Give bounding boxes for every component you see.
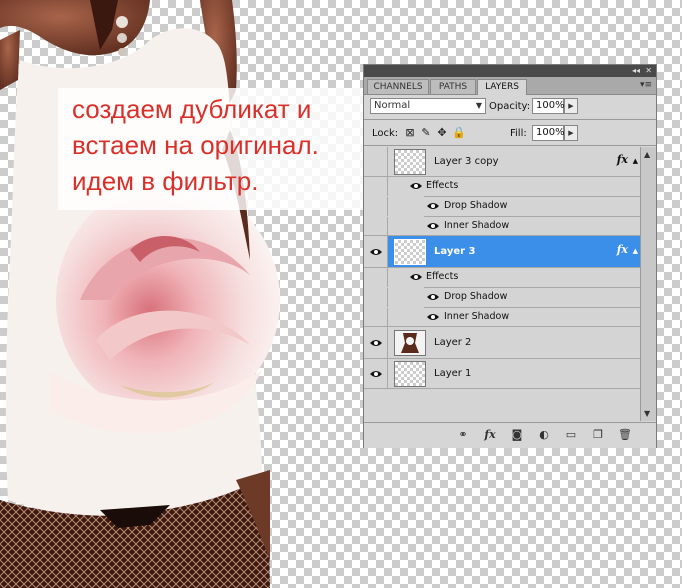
effect-name: Drop Shadow <box>444 200 508 211</box>
expand-effects-icon[interactable]: ▲ <box>633 157 638 165</box>
effect-name: Inner Shadow <box>444 311 510 322</box>
new-layer-icon[interactable]: ❐ <box>591 428 605 442</box>
fill-label: Fill: <box>510 128 527 139</box>
panel-menu-icon[interactable]: ▾≡ <box>640 80 652 90</box>
effects-row[interactable]: Effects <box>364 268 640 287</box>
instruction-line-2: встаем на оригинал. <box>72 130 319 160</box>
new-group-icon[interactable]: ▭ <box>564 428 578 442</box>
expand-effects-icon[interactable]: ▲ <box>633 247 638 255</box>
lock-position-icon[interactable]: ✥ <box>436 127 448 139</box>
layer-thumbnail <box>394 361 426 387</box>
fx-icon[interactable]: fx <box>617 243 628 256</box>
effect-name: Drop Shadow <box>444 291 508 302</box>
effect-inner-shadow-row[interactable]: Inner Shadow <box>364 308 640 327</box>
visibility-toggle[interactable] <box>364 197 388 216</box>
opacity-field[interactable]: 100% <box>532 98 565 114</box>
effects-label: Effects <box>426 271 459 282</box>
effects-label: Effects <box>426 180 459 191</box>
panel-tabs: CHANNELS PATHS LAYERS ▾≡ <box>364 77 656 95</box>
eye-icon[interactable] <box>427 222 439 230</box>
visibility-toggle[interactable] <box>364 359 388 388</box>
chevron-down-icon: ▼ <box>475 101 482 110</box>
layer-thumbnail <box>394 149 426 175</box>
layer-row-layer-3[interactable]: Layer 3 fx ▲ <box>364 236 640 268</box>
opacity-slider-button[interactable]: ▶ <box>564 98 578 114</box>
layers-bottom-toolbar: ⚭ fx ◙ ◐ ▭ ❐ 🗑 <box>364 422 656 448</box>
lock-label: Lock: <box>372 128 399 139</box>
layer-thumbnail <box>394 239 426 265</box>
visibility-toggle[interactable] <box>364 308 388 326</box>
fill-field[interactable]: 100% <box>532 125 565 141</box>
divider <box>364 119 656 120</box>
trash-icon[interactable]: 🗑 <box>618 428 632 442</box>
layer-mask-icon[interactable]: ◙ <box>510 428 524 442</box>
eye-icon <box>370 249 382 255</box>
layer-list: Layer 3 copy fx ▲ Effects Drop Shadow In… <box>364 147 640 421</box>
visibility-toggle[interactable] <box>364 268 388 287</box>
effect-drop-shadow-row[interactable]: Drop Shadow <box>364 197 640 216</box>
panel-titlebar[interactable]: ◂◂ ✕ <box>364 65 656 77</box>
instruction-text-overlay: создаем дубликат и встаем на оригинал. и… <box>58 88 388 210</box>
layer-name: Layer 1 <box>434 368 472 379</box>
lock-all-icon[interactable]: 🔒 <box>452 127 466 139</box>
visibility-toggle[interactable] <box>364 236 388 267</box>
layer-row-layer-2[interactable]: Layer 2 <box>364 327 640 359</box>
layers-panel: ◂◂ ✕ CHANNELS PATHS LAYERS ▾≡ Normal ▼ O… <box>363 64 657 448</box>
layer-row-layer-3-copy[interactable]: Layer 3 copy fx ▲ <box>364 147 640 177</box>
tab-channels[interactable]: CHANNELS <box>367 79 429 94</box>
eye-icon[interactable] <box>410 182 422 190</box>
instruction-line-3: идем в фильтр. <box>72 166 259 196</box>
blend-mode-select[interactable]: Normal ▼ <box>370 98 486 114</box>
tab-paths[interactable]: PATHS <box>430 79 476 94</box>
scroll-up-icon[interactable]: ▲ <box>644 150 650 159</box>
blend-mode-value: Normal <box>374 100 411 111</box>
layer-name: Layer 2 <box>434 337 472 348</box>
adjustment-layer-icon[interactable]: ◐ <box>537 428 551 442</box>
eye-icon[interactable] <box>427 293 439 301</box>
eye-icon[interactable] <box>427 202 439 210</box>
collapse-panel-icon[interactable]: ◂◂ <box>632 65 640 77</box>
visibility-toggle[interactable] <box>364 327 388 358</box>
effect-name: Inner Shadow <box>444 220 510 231</box>
layer-name: Layer 3 copy <box>434 156 499 167</box>
visibility-toggle[interactable] <box>364 177 388 196</box>
layer-row-layer-1[interactable]: Layer 1 <box>364 359 640 389</box>
layers-scrollbar[interactable]: ▲ ▼ <box>640 147 656 421</box>
visibility-toggle[interactable] <box>364 217 388 235</box>
figure-thumbnail-icon <box>395 331 425 355</box>
visibility-toggle[interactable] <box>364 147 388 176</box>
eye-icon <box>370 340 382 346</box>
divider <box>364 145 656 146</box>
eye-icon <box>370 371 382 377</box>
fill-slider-button[interactable]: ▶ <box>564 125 578 141</box>
tab-layers[interactable]: LAYERS <box>477 79 527 95</box>
lock-transparency-icon[interactable]: ⊠ <box>404 127 416 139</box>
opacity-label: Opacity: <box>489 101 531 112</box>
layer-name: Layer 3 <box>434 246 476 257</box>
lock-image-icon[interactable]: ✎ <box>420 127 432 139</box>
eye-icon[interactable] <box>427 313 439 321</box>
fx-icon[interactable]: fx <box>617 153 628 166</box>
close-panel-icon[interactable]: ✕ <box>645 65 652 77</box>
effect-inner-shadow-row[interactable]: Inner Shadow <box>364 217 640 236</box>
visibility-toggle[interactable] <box>364 288 388 307</box>
layer-thumbnail <box>394 330 426 356</box>
effect-drop-shadow-row[interactable]: Drop Shadow <box>364 288 640 307</box>
link-layers-icon[interactable]: ⚭ <box>456 428 470 442</box>
eye-icon[interactable] <box>410 273 422 281</box>
fx-icon[interactable]: fx <box>483 428 497 442</box>
scroll-down-icon[interactable]: ▼ <box>644 409 650 418</box>
instruction-line-1: создаем дубликат и <box>72 94 312 124</box>
effects-row[interactable]: Effects <box>364 177 640 196</box>
